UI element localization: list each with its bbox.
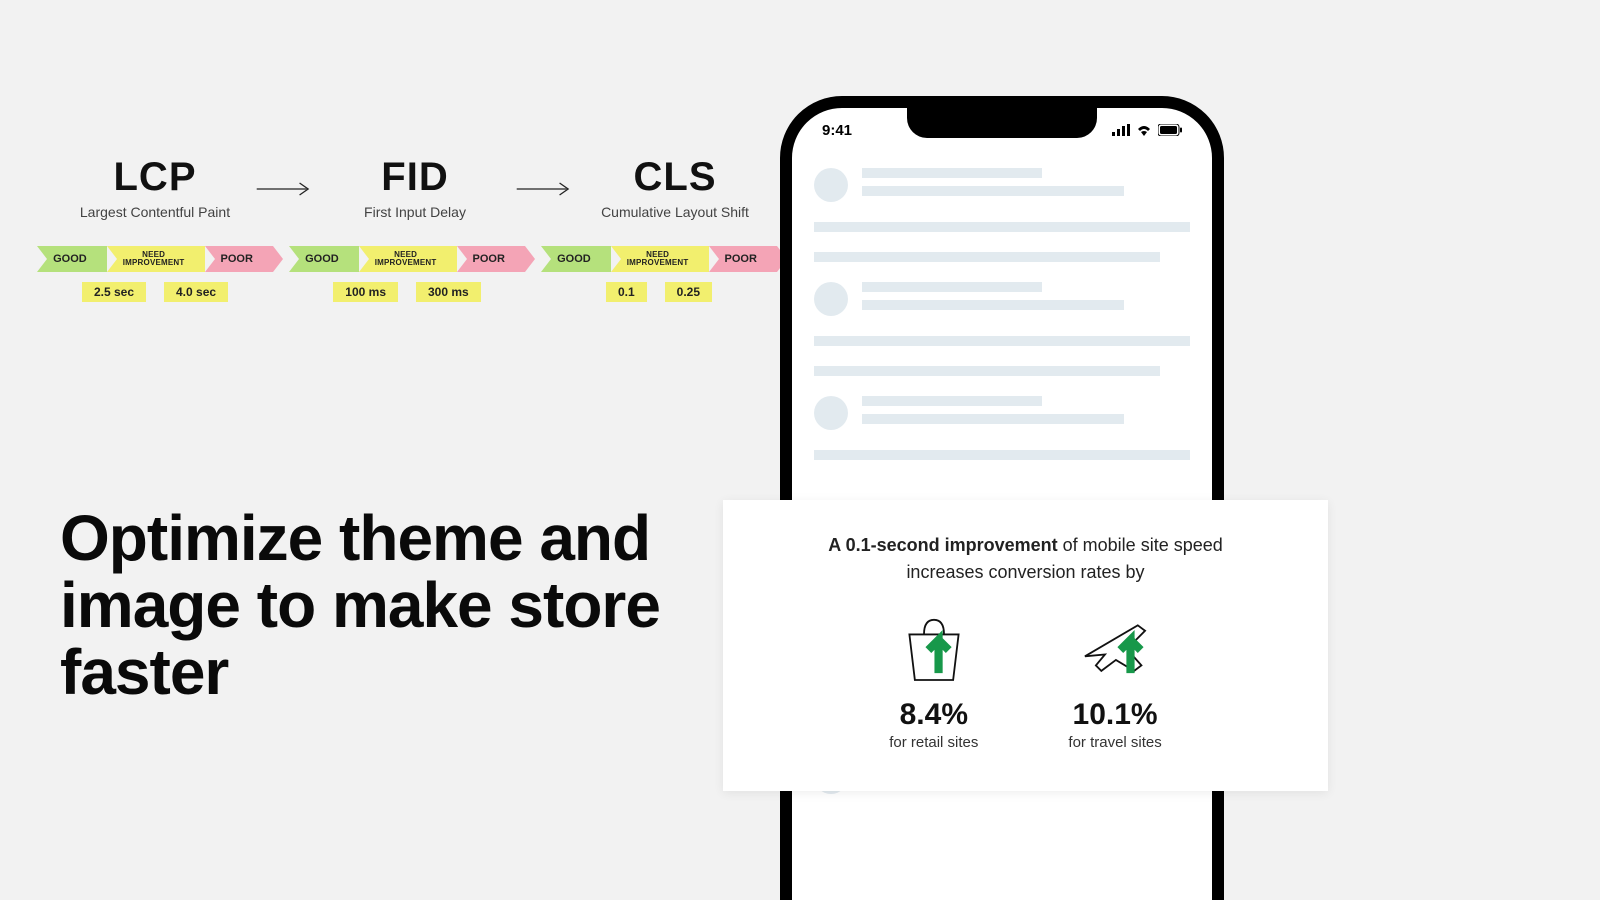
metric-fid: FID First Input Delay — [310, 155, 520, 220]
arrow-icon — [255, 159, 315, 219]
card-title: A 0.1-second improvement of mobile site … — [743, 532, 1308, 586]
threshold-lcp: GOOD NEED IMPROVEMENT POOR 2.5 sec 4.0 s… — [50, 246, 260, 302]
band-poor: POOR — [457, 246, 525, 272]
metric-abbr: LCP — [114, 155, 197, 200]
arrow-icon — [515, 159, 575, 219]
core-web-vitals-row: LCP Largest Contentful Paint FID First I… — [50, 155, 780, 220]
threshold-row: GOOD NEED IMPROVEMENT POOR 2.5 sec 4.0 s… — [50, 246, 764, 302]
threshold-low: 2.5 sec — [82, 282, 146, 302]
wifi-icon — [1136, 124, 1152, 136]
band-need: NEED IMPROVEMENT — [611, 246, 709, 272]
threshold-values: 100 ms 300 ms — [333, 282, 480, 302]
list-item — [814, 282, 1190, 316]
threshold-low: 100 ms — [333, 282, 398, 302]
airplane-icon — [1074, 612, 1156, 686]
threshold-low: 0.1 — [606, 282, 647, 302]
metric-abbr: FID — [381, 155, 448, 200]
stat-label: for travel sites — [1068, 734, 1161, 751]
band-need: NEED IMPROVEMENT — [107, 246, 205, 272]
battery-icon — [1158, 124, 1182, 136]
status-time: 9:41 — [822, 122, 852, 139]
threshold-values: 2.5 sec 4.0 sec — [82, 282, 228, 302]
metric-abbr: CLS — [634, 155, 717, 200]
band-good: GOOD — [289, 246, 359, 272]
card-stats: 8.4% for retail sites 10.1% for travel s… — [743, 612, 1308, 751]
metric-full: First Input Delay — [364, 204, 466, 220]
stat-travel: 10.1% for travel sites — [1068, 612, 1161, 751]
list-item — [814, 168, 1190, 202]
card-title-bold: A 0.1-second improvement — [828, 535, 1057, 555]
shopping-bag-icon — [893, 612, 975, 686]
status-icons — [1112, 124, 1182, 136]
threshold-bands: GOOD NEED IMPROVEMENT POOR — [37, 246, 273, 272]
threshold-high: 0.25 — [665, 282, 712, 302]
page-headline: Optimize theme and image to make store f… — [60, 505, 720, 707]
band-poor: POOR — [205, 246, 273, 272]
threshold-values: 0.1 0.25 — [606, 282, 712, 302]
threshold-high: 300 ms — [416, 282, 481, 302]
band-good: GOOD — [541, 246, 611, 272]
metric-full: Largest Contentful Paint — [80, 204, 230, 220]
stat-label: for retail sites — [889, 734, 978, 751]
stat-pct: 8.4% — [900, 698, 968, 732]
stat-retail: 8.4% for retail sites — [889, 612, 978, 751]
card-title-rest2: increases conversion rates by — [906, 562, 1144, 582]
conversion-card: A 0.1-second improvement of mobile site … — [723, 500, 1328, 791]
stat-pct: 10.1% — [1073, 698, 1158, 732]
threshold-bands: GOOD NEED IMPROVEMENT POOR — [289, 246, 525, 272]
metric-full: Cumulative Layout Shift — [601, 204, 749, 220]
threshold-cls: GOOD NEED IMPROVEMENT POOR 0.1 0.25 — [554, 246, 764, 302]
threshold-bands: GOOD NEED IMPROVEMENT POOR — [541, 246, 777, 272]
threshold-high: 4.0 sec — [164, 282, 228, 302]
list-item — [814, 396, 1190, 430]
metric-lcp: LCP Largest Contentful Paint — [50, 155, 260, 220]
signal-icon — [1112, 124, 1130, 136]
card-title-rest1: of mobile site speed — [1058, 535, 1223, 555]
threshold-fid: GOOD NEED IMPROVEMENT POOR 100 ms 300 ms — [302, 246, 512, 302]
metric-cls: CLS Cumulative Layout Shift — [570, 155, 780, 220]
band-good: GOOD — [37, 246, 107, 272]
band-poor: POOR — [709, 246, 777, 272]
phone-statusbar: 9:41 — [792, 110, 1212, 150]
band-need: NEED IMPROVEMENT — [359, 246, 457, 272]
